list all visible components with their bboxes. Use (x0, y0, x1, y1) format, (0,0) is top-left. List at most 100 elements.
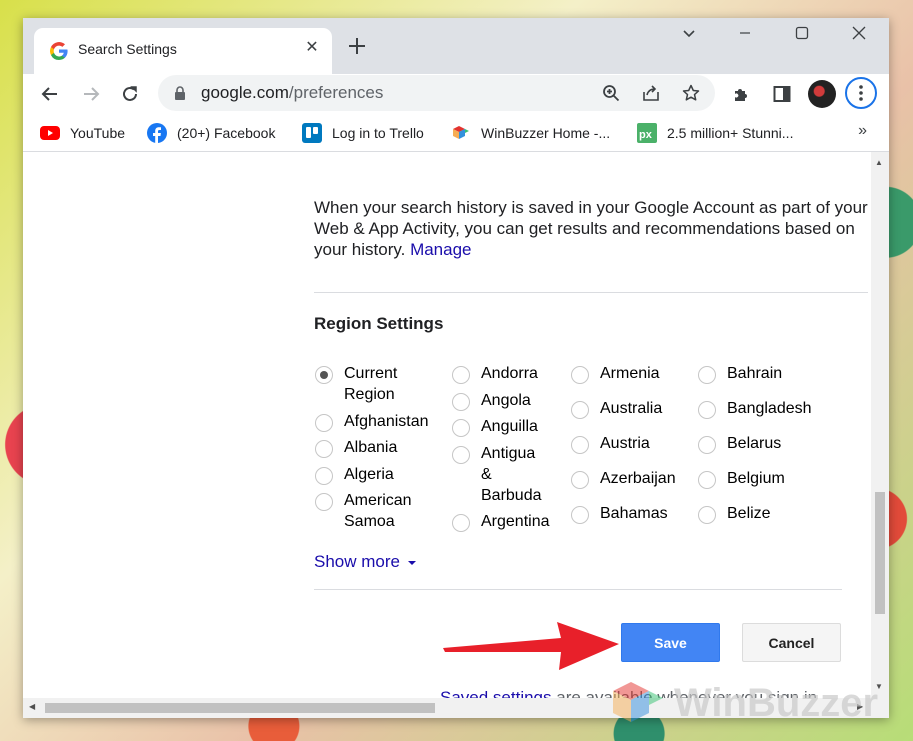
region-label: Austria (600, 435, 650, 452)
region-option-armenia[interactable]: Armenia (571, 363, 660, 384)
region-option-bangladesh[interactable]: Bangladesh (698, 398, 812, 419)
caret-down-icon (407, 560, 416, 565)
radio-button[interactable] (698, 436, 716, 454)
scrollbar-thumb[interactable] (45, 703, 435, 713)
address-bar[interactable]: google.com/preferences (158, 75, 715, 111)
radio-button[interactable] (571, 506, 589, 524)
maximize-icon[interactable] (787, 26, 817, 50)
region-option-austria[interactable]: Austria (571, 433, 650, 454)
radio-button[interactable] (315, 467, 333, 485)
radio-button[interactable] (452, 419, 470, 437)
bookmark-youtube[interactable]: YouTube (40, 123, 125, 143)
region-option-belarus[interactable]: Belarus (698, 433, 781, 454)
radio-button[interactable] (315, 493, 333, 511)
zoom-icon[interactable] (601, 83, 621, 103)
region-option-andorra[interactable]: Andorra (452, 363, 538, 384)
region-option-belgium[interactable]: Belgium (698, 468, 785, 489)
radio-button[interactable] (698, 401, 716, 419)
region-option-current-region[interactable]: Current Region (315, 363, 414, 405)
title-bar: Search Settings ✕ (23, 18, 889, 74)
forward-arrow-icon[interactable] (77, 80, 105, 108)
scrollbar-thumb[interactable] (875, 492, 885, 614)
region-option-afghanistan[interactable]: Afghanistan (315, 411, 429, 432)
lock-icon[interactable] (174, 86, 186, 100)
bookmark-label: Log in to Trello (332, 125, 424, 141)
tab-title: Search Settings (78, 41, 177, 57)
bookmark-label: 2.5 million+ Stunni... (667, 125, 794, 141)
region-label: Bahamas (600, 505, 668, 522)
region-option-algeria[interactable]: Algeria (315, 464, 394, 485)
radio-button[interactable] (571, 436, 589, 454)
bookmark-label: (20+) Facebook (177, 125, 276, 141)
region-label: Antigua & Barbuda (481, 445, 542, 504)
region-option-angola[interactable]: Angola (452, 390, 531, 411)
region-option-antigua-barbuda[interactable]: Antigua & Barbuda (452, 443, 543, 506)
radio-button[interactable] (698, 366, 716, 384)
region-label: Albania (344, 439, 398, 456)
watermark-text: WinBuzzer (674, 680, 879, 725)
minimize-icon[interactable] (730, 26, 760, 50)
region-option-bahamas[interactable]: Bahamas (571, 503, 668, 524)
back-arrow-icon[interactable] (36, 80, 64, 108)
cancel-button[interactable]: Cancel (742, 623, 841, 662)
saved-settings-link[interactable]: Saved settings (440, 688, 552, 698)
bookmark-winbuzzer[interactable]: WinBuzzer Home -... (451, 123, 610, 143)
region-option-azerbaijan[interactable]: Azerbaijan (571, 468, 676, 489)
save-button[interactable]: Save (621, 623, 720, 662)
radio-button[interactable] (315, 414, 333, 432)
divider (314, 292, 868, 293)
radio-button[interactable] (571, 471, 589, 489)
region-label: American Samoa (344, 492, 412, 530)
share-icon[interactable] (641, 83, 661, 103)
google-icon (50, 42, 68, 60)
page-content: When your search history is saved in you… (23, 152, 871, 698)
reload-icon[interactable] (116, 80, 144, 108)
bookmark-star-icon[interactable] (681, 83, 701, 103)
region-option-bahrain[interactable]: Bahrain (698, 363, 782, 384)
pixabay-icon: px (637, 123, 657, 143)
region-option-american-samoa[interactable]: American Samoa (315, 490, 424, 532)
radio-button[interactable] (452, 446, 470, 464)
region-label: Australia (600, 400, 663, 417)
bookmark-trello[interactable]: Log in to Trello (302, 123, 424, 143)
radio-button[interactable] (315, 366, 333, 384)
scroll-left-arrow-icon[interactable]: ◀ (29, 702, 35, 711)
manage-link[interactable]: Manage (410, 240, 471, 259)
profile-avatar[interactable] (808, 80, 836, 108)
bookmark-facebook[interactable]: (20+) Facebook (147, 123, 275, 143)
bookmarks-overflow-icon[interactable]: » (858, 122, 867, 140)
region-option-argentina[interactable]: Argentina (452, 511, 550, 532)
region-option-albania[interactable]: Albania (315, 437, 397, 458)
url-text[interactable]: google.com/preferences (201, 83, 383, 103)
region-option-belize[interactable]: Belize (698, 503, 771, 524)
window-close-icon[interactable] (844, 26, 874, 50)
radio-button[interactable] (452, 393, 470, 411)
region-label: Argentina (481, 513, 550, 530)
region-label: Andorra (481, 365, 538, 382)
scroll-up-arrow-icon[interactable]: ▲ (875, 158, 883, 167)
red-arrow-annotation-icon (443, 622, 619, 670)
show-more-link[interactable]: Show more (314, 552, 417, 572)
region-label: Belgium (727, 470, 785, 487)
radio-button[interactable] (315, 440, 333, 458)
trello-icon (302, 123, 322, 143)
region-label: Current Region (344, 365, 398, 403)
region-option-anguilla[interactable]: Anguilla (452, 416, 538, 437)
tab-close-icon[interactable]: ✕ (302, 38, 322, 58)
side-panel-icon[interactable] (770, 82, 794, 106)
region-option-australia[interactable]: Australia (571, 398, 662, 419)
region-label: Belize (727, 505, 771, 522)
bookmark-pixabay[interactable]: px 2.5 million+ Stunni... (637, 123, 793, 143)
extensions-puzzle-icon[interactable] (729, 82, 753, 106)
radio-button[interactable] (698, 471, 716, 489)
radio-button[interactable] (452, 514, 470, 532)
radio-button[interactable] (571, 401, 589, 419)
tab-search-settings[interactable]: Search Settings ✕ (34, 28, 332, 74)
radio-button[interactable] (571, 366, 589, 384)
radio-button[interactable] (698, 506, 716, 524)
radio-button[interactable] (452, 366, 470, 384)
kebab-menu-icon[interactable] (845, 77, 877, 109)
tab-search-chevron-icon[interactable] (674, 26, 704, 50)
new-tab-plus-icon[interactable] (348, 37, 366, 59)
vertical-scrollbar[interactable]: ▲ ▼ (871, 152, 889, 698)
